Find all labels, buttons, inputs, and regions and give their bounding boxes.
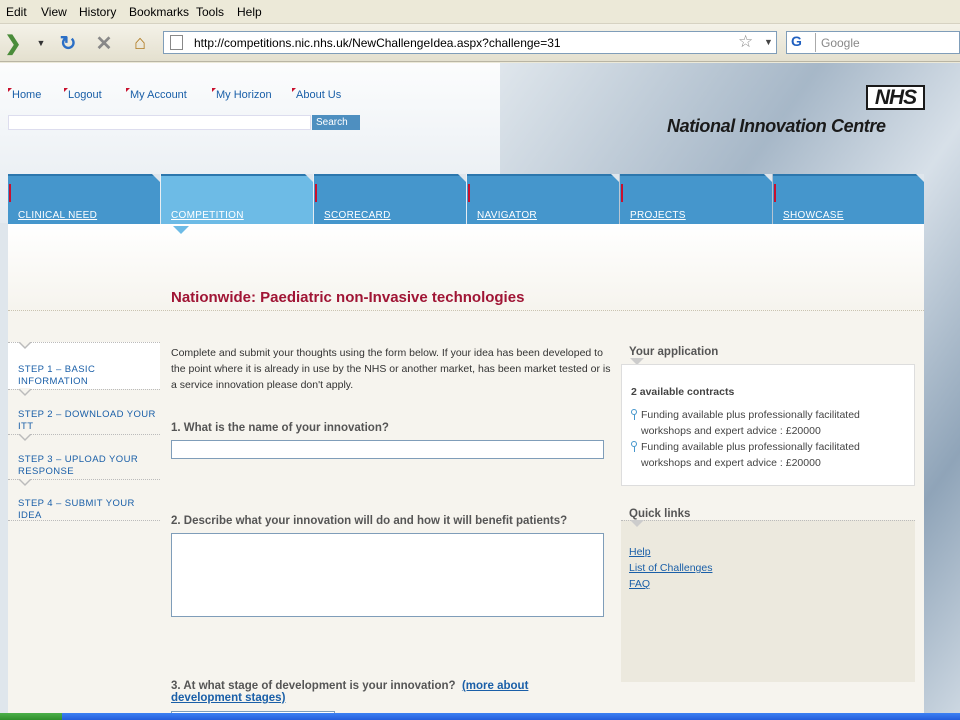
start-button[interactable] — [0, 713, 62, 720]
forward-icon[interactable]: ❯ — [0, 31, 26, 55]
tab-showcase[interactable]: SHOWCASE — [773, 174, 924, 224]
address-bar[interactable]: http://competitions.nic.nhs.uk/NewChalle… — [163, 31, 777, 54]
link-my-horizon[interactable]: My Horizon — [212, 88, 272, 101]
step-notch-icon — [18, 388, 32, 396]
menu-view[interactable]: View — [41, 5, 67, 19]
quick-link-help[interactable]: Help — [629, 546, 651, 558]
bookmark-star-icon[interactable]: ☆ — [738, 32, 753, 52]
page-title: Nationwide: Paediatric non-Invasive tech… — [171, 289, 525, 306]
menu-history[interactable]: History — [79, 5, 116, 19]
step-3[interactable]: STEP 3 – UPLOAD YOUR RESPONSE — [8, 433, 160, 479]
tab-marker — [9, 184, 11, 202]
menu-bookmarks[interactable]: Bookmarks — [129, 5, 189, 19]
reload-icon[interactable]: ↻ — [55, 31, 81, 55]
browser-menubar: Edit View History Bookmarks Tools Help — [0, 0, 960, 24]
step-label[interactable]: STEP 3 – UPLOAD YOUR RESPONSE — [8, 454, 160, 478]
divider — [8, 310, 924, 311]
org-name: National Innovation Centre — [667, 116, 886, 136]
steps-nav: STEP 1 – BASIC INFORMATION STEP 2 – DOWN… — [8, 341, 160, 522]
question-2: 2. Describe what your innovation will do… — [171, 515, 568, 527]
step-4[interactable]: STEP 4 – SUBMIT YOUR IDEA — [8, 478, 160, 522]
contracts-heading: 2 available contracts — [631, 386, 735, 398]
link-logout[interactable]: Logout — [64, 88, 102, 101]
step-2[interactable]: STEP 2 – DOWNLOAD YOUR ITT — [8, 388, 160, 434]
url-dropdown-icon[interactable]: ▼ — [764, 37, 773, 47]
tab-label[interactable]: SCORECARD — [324, 210, 391, 221]
history-dropdown-icon[interactable]: ▼ — [28, 31, 54, 55]
menu-edit[interactable]: Edit — [6, 5, 27, 19]
tab-marker — [468, 184, 470, 202]
site-search-button[interactable]: Search — [312, 115, 360, 130]
step-label[interactable]: STEP 4 – SUBMIT YOUR IDEA — [8, 498, 160, 522]
contract-item: Funding available plus professionally fa… — [631, 439, 911, 471]
tab-navigator[interactable]: NAVIGATOR — [467, 174, 619, 224]
site-search-input[interactable] — [8, 115, 311, 130]
link-home[interactable]: Home — [8, 88, 41, 101]
tab-clinical-need[interactable]: CLINICAL NEED — [8, 174, 160, 224]
tab-marker — [621, 184, 623, 202]
link-my-account[interactable]: My Account — [126, 88, 187, 101]
quick-link-challenges[interactable]: List of Challenges — [629, 562, 712, 574]
pin-icon — [631, 441, 637, 452]
menu-help[interactable]: Help — [237, 5, 262, 19]
development-stage-select[interactable] — [171, 711, 335, 713]
nhs-logo: NHS — [866, 85, 925, 110]
tab-label[interactable]: PROJECTS — [630, 210, 686, 221]
menu-tools[interactable]: Tools — [196, 5, 224, 19]
main-nav: CLINICAL NEED COMPETITION SCORECARD NAVI… — [8, 174, 924, 234]
tab-label[interactable]: SHOWCASE — [783, 210, 844, 221]
quick-links-panel: Help List of Challenges FAQ — [621, 520, 915, 682]
innovation-description-textarea[interactable] — [171, 533, 604, 617]
stop-icon[interactable]: ✕ — [91, 31, 117, 55]
tab-marker — [315, 184, 317, 202]
contract-text: Funding available plus professionally fa… — [641, 441, 860, 469]
home-icon[interactable]: ⌂ — [127, 31, 153, 55]
intro-text: Complete and submit your thoughts using … — [171, 347, 611, 391]
step-label[interactable]: STEP 2 – DOWNLOAD YOUR ITT — [8, 409, 160, 433]
tab-label[interactable]: COMPETITION — [171, 210, 244, 221]
tab-competition[interactable]: COMPETITION — [161, 174, 313, 234]
innovation-name-input[interactable] — [171, 440, 604, 459]
tab-label[interactable]: NAVIGATOR — [477, 210, 537, 221]
tab-scorecard[interactable]: SCORECARD — [314, 174, 466, 224]
step-label[interactable]: STEP 1 – BASIC INFORMATION — [8, 364, 160, 388]
quick-links-heading: Quick links — [629, 508, 691, 520]
contract-item: Funding available plus professionally fa… — [631, 407, 911, 439]
link-about-us[interactable]: About Us — [292, 88, 341, 101]
browser-search-box[interactable]: G Google — [786, 31, 960, 54]
step-notch-icon — [18, 433, 32, 441]
page-icon — [170, 35, 183, 50]
url-text[interactable]: http://competitions.nic.nhs.uk/NewChalle… — [194, 36, 561, 50]
question-1: 1. What is the name of your innovation? — [171, 422, 389, 434]
notch-icon — [630, 520, 644, 527]
taskbar — [0, 713, 960, 720]
active-tab-arrow — [173, 226, 189, 234]
pin-icon — [631, 409, 637, 420]
tab-marker — [774, 184, 776, 202]
question-3-text: 3. At what stage of development is your … — [171, 680, 456, 692]
search-placeholder[interactable]: Google — [821, 36, 860, 50]
application-panel: 2 available contracts Funding available … — [621, 364, 915, 486]
question-3: 3. At what stage of development is your … — [171, 680, 591, 704]
tab-projects[interactable]: PROJECTS — [620, 174, 772, 224]
tab-label[interactable]: CLINICAL NEED — [18, 210, 97, 221]
quick-link-faq[interactable]: FAQ — [629, 578, 650, 590]
application-heading: Your application — [629, 346, 719, 358]
content-area: Nationwide: Paediatric non-Invasive tech… — [8, 224, 924, 713]
step-notch-icon — [18, 341, 32, 349]
google-icon[interactable]: G — [788, 33, 816, 52]
step-1[interactable]: STEP 1 – BASIC INFORMATION — [8, 341, 160, 389]
browser-toolbar: ❯ ▼ ↻ ✕ ⌂ http://competitions.nic.nhs.uk… — [0, 24, 960, 62]
contract-text: Funding available plus professionally fa… — [641, 409, 860, 437]
step-notch-icon — [18, 478, 32, 486]
web-page: Home Logout My Account My Horizon About … — [0, 63, 960, 713]
